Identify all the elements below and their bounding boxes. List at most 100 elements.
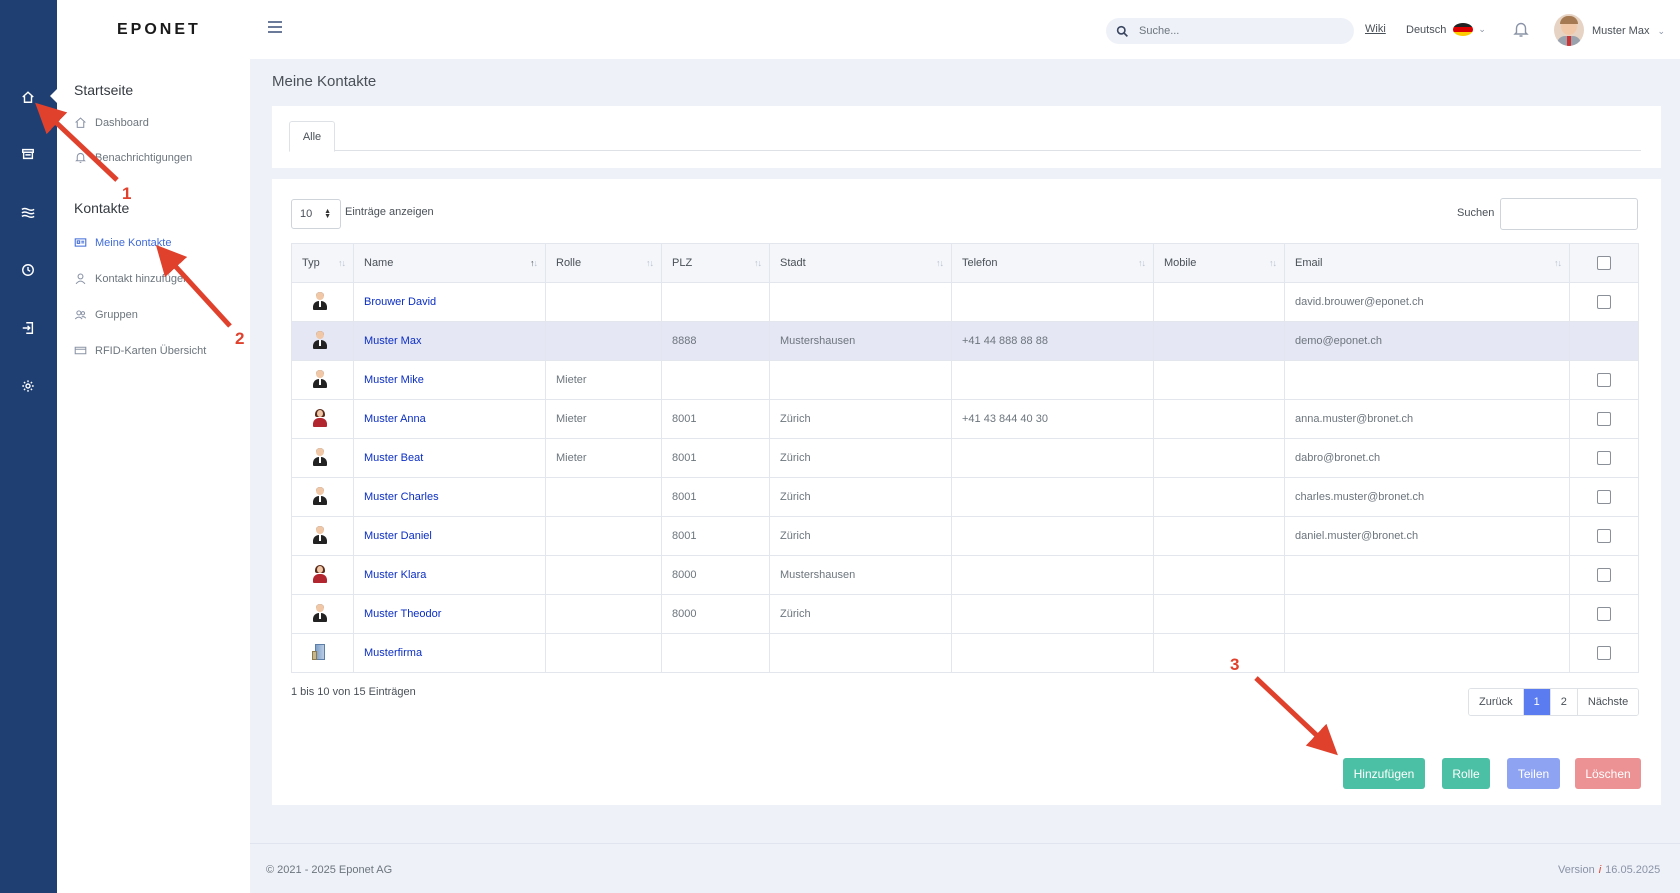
cell-email: david.brouwer@eponet.ch — [1284, 282, 1570, 322]
table-row[interactable]: Muster Beat Mieter 8001 Zürich dabro@bronet.… — [291, 438, 1639, 478]
store-icon[interactable] — [17, 143, 39, 165]
row-checkbox[interactable] — [1597, 412, 1611, 426]
table-search-input[interactable] — [1500, 198, 1638, 230]
cell-rolle — [545, 633, 662, 673]
global-search-input[interactable] — [1139, 25, 1339, 37]
cell-telefon — [951, 633, 1154, 673]
column-header-name[interactable]: Name ↑↓ — [353, 243, 546, 283]
table-row[interactable]: Muster Anna Mieter 8001 Zürich +41 43 844 40… — [291, 399, 1639, 439]
delete-button[interactable]: Löschen — [1575, 758, 1641, 789]
cell-name[interactable]: Brouwer David — [353, 282, 546, 322]
clock-icon[interactable] — [17, 259, 39, 281]
row-checkbox[interactable] — [1597, 529, 1611, 543]
sidebar-item-dashboard[interactable]: Dashboard — [74, 116, 149, 129]
page-title: Meine Kontakte — [272, 73, 377, 90]
sidebar-item-my-contacts[interactable]: Meine Kontakte — [74, 236, 171, 249]
cell-mobile — [1153, 438, 1285, 478]
home-icon[interactable] — [17, 86, 39, 108]
row-checkbox[interactable] — [1597, 373, 1611, 387]
menu-toggle-icon[interactable] — [268, 21, 282, 35]
wiki-link[interactable]: Wiki — [1365, 23, 1386, 35]
table-row[interactable]: Muster Daniel 8001 Zürich daniel.muster@bro… — [291, 516, 1639, 556]
cell-stadt: Zürich — [769, 594, 952, 634]
male-person-icon — [312, 330, 328, 349]
role-button[interactable]: Rolle — [1442, 758, 1490, 789]
table-row[interactable]: Muster Mike Mieter — [291, 360, 1639, 400]
sidebar-item-notifications[interactable]: Benachrichtigungen — [74, 151, 192, 164]
column-header-telefon[interactable]: Telefon ↑↓ — [951, 243, 1154, 283]
cell-select — [1569, 360, 1639, 400]
cell-name[interactable]: Muster Theodor — [353, 594, 546, 634]
cell-stadt: Zürich — [769, 438, 952, 478]
row-checkbox[interactable] — [1597, 295, 1611, 309]
user-menu[interactable]: Muster Max ⌄ — [1592, 25, 1665, 37]
row-checkbox[interactable] — [1597, 490, 1611, 504]
cell-name[interactable]: Muster Charles — [353, 477, 546, 517]
page-length-select[interactable]: 10 ▲ ▼ — [291, 199, 341, 229]
cell-select — [1569, 555, 1639, 595]
row-checkbox[interactable] — [1597, 568, 1611, 582]
sidebar-item-label: Dashboard — [95, 116, 149, 129]
cell-typ — [291, 399, 354, 439]
pager-prev[interactable]: Zurück — [1469, 689, 1524, 715]
table-row[interactable]: Muster Charles 8001 Zürich charles.muster@b… — [291, 477, 1639, 517]
pager-page-1[interactable]: 1 — [1523, 689, 1551, 715]
column-header-plz[interactable]: PLZ ↑↓ — [661, 243, 770, 283]
cell-rolle — [545, 594, 662, 634]
gear-icon[interactable] — [17, 375, 39, 397]
table-row[interactable]: Muster Theodor 8000 Zürich — [291, 594, 1639, 634]
add-button[interactable]: Hinzufügen — [1343, 758, 1425, 789]
sidebar-item-rfid[interactable]: RFID-Karten Übersicht — [74, 344, 206, 357]
avatar[interactable] — [1554, 14, 1584, 46]
table-row[interactable]: Musterfirma — [291, 633, 1639, 673]
select-all-checkbox[interactable] — [1597, 256, 1611, 270]
column-header-mobile[interactable]: Mobile ↑↓ — [1153, 243, 1285, 283]
sort-icon: ↑↓ — [754, 258, 762, 268]
column-header-email[interactable]: Email ↑↓ — [1284, 243, 1570, 283]
pager-next[interactable]: Nächste — [1577, 689, 1639, 715]
germany-flag-icon — [1453, 23, 1474, 36]
cell-rolle — [545, 321, 662, 361]
chevron-down-icon: ⌄ — [1657, 26, 1666, 36]
pager-page-2[interactable]: 2 — [1550, 689, 1578, 715]
sidebar-item-label: Meine Kontakte — [95, 236, 172, 249]
row-checkbox[interactable] — [1597, 646, 1611, 660]
row-checkbox[interactable] — [1597, 451, 1611, 465]
sidebar-item-add-contact[interactable]: Kontakt hinzufügen — [74, 272, 189, 285]
cell-plz — [661, 360, 770, 400]
cell-telefon: +41 43 844 40 30 — [951, 399, 1154, 439]
cell-name[interactable]: Muster Mike — [353, 360, 546, 400]
active-indicator — [50, 89, 57, 103]
table-row[interactable]: Brouwer David david.brouwer@eponet.ch — [291, 282, 1639, 322]
logo[interactable]: EPONET — [117, 21, 201, 39]
sidebar-heading-kontakte: Kontakte — [74, 200, 130, 216]
sidebar-item-groups[interactable]: Gruppen — [74, 308, 138, 321]
cell-mobile — [1153, 360, 1285, 400]
cell-name[interactable]: Muster Anna — [353, 399, 546, 439]
cell-plz — [661, 633, 770, 673]
contact-card-icon — [74, 238, 87, 247]
waves-icon[interactable] — [17, 201, 39, 223]
cell-typ — [291, 438, 354, 478]
cell-name[interactable]: Muster Daniel — [353, 516, 546, 556]
column-header-typ[interactable]: Typ ↑↓ — [291, 243, 354, 283]
sort-icon: ↑↓ — [1269, 258, 1277, 268]
cell-rolle: Mieter — [545, 360, 662, 400]
table-row[interactable]: Muster Max 8888 Mustershausen +41 44 888 88… — [291, 321, 1639, 361]
column-header-rolle[interactable]: Rolle ↑↓ — [545, 243, 662, 283]
cell-rolle — [545, 282, 662, 322]
login-icon[interactable] — [17, 317, 39, 339]
cell-name[interactable]: Muster Max — [353, 321, 546, 361]
cell-name[interactable]: Musterfirma — [353, 633, 546, 673]
cell-mobile — [1153, 282, 1285, 322]
tab-all[interactable]: Alle — [289, 121, 335, 152]
notification-bell-icon[interactable] — [1512, 20, 1530, 38]
cell-email — [1284, 555, 1570, 595]
table-row[interactable]: Muster Klara 8000 Mustershausen — [291, 555, 1639, 595]
row-checkbox[interactable] — [1597, 607, 1611, 621]
language-selector[interactable]: Deutsch ⌄ — [1406, 23, 1486, 36]
cell-name[interactable]: Muster Beat — [353, 438, 546, 478]
cell-name[interactable]: Muster Klara — [353, 555, 546, 595]
column-header-stadt[interactable]: Stadt ↑↓ — [769, 243, 952, 283]
share-button[interactable]: Teilen — [1507, 758, 1560, 789]
